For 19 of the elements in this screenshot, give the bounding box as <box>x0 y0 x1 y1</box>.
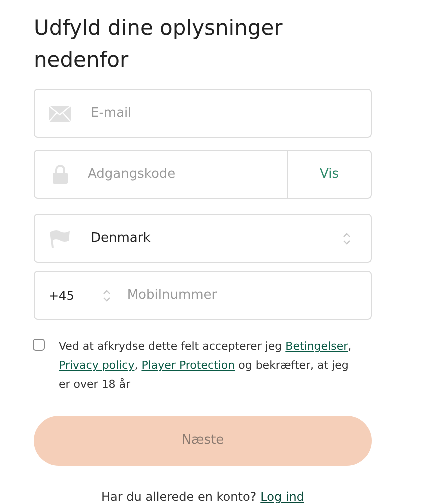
password-field[interactable]: Adgangskode Vis <box>34 150 372 199</box>
account-question: Har du allerede en konto? <box>102 489 257 504</box>
country-code[interactable]: +45 <box>49 286 74 304</box>
consent-link[interactable]: Player Protection <box>142 359 236 372</box>
country-select[interactable]: Denmark <box>34 214 372 263</box>
envelope-icon <box>49 106 71 122</box>
select-arrows-icon <box>343 232 351 244</box>
flag-icon <box>49 228 71 248</box>
consent-link[interactable]: Betingelser <box>286 340 348 353</box>
phone-field[interactable]: +45 Mobilnummer <box>34 271 372 320</box>
padlock-icon <box>53 165 68 184</box>
select-arrows-icon <box>103 290 112 302</box>
login-link[interactable]: Log ind <box>260 488 304 504</box>
consent-text: Ved at afkrydse dette felt accepterer jeg Betingelser, Privacy policy, Player Protection og bekræfter, at jeg er over 18 år <box>59 339 353 393</box>
consent-link[interactable]: Privacy policy <box>59 359 135 372</box>
form-title: Udfyld dine oplysninger nedenfor <box>34 15 284 74</box>
show-password-button[interactable]: Vis <box>287 151 371 198</box>
country-value: Denmark <box>91 230 152 248</box>
consent-checkbox[interactable] <box>33 339 45 351</box>
